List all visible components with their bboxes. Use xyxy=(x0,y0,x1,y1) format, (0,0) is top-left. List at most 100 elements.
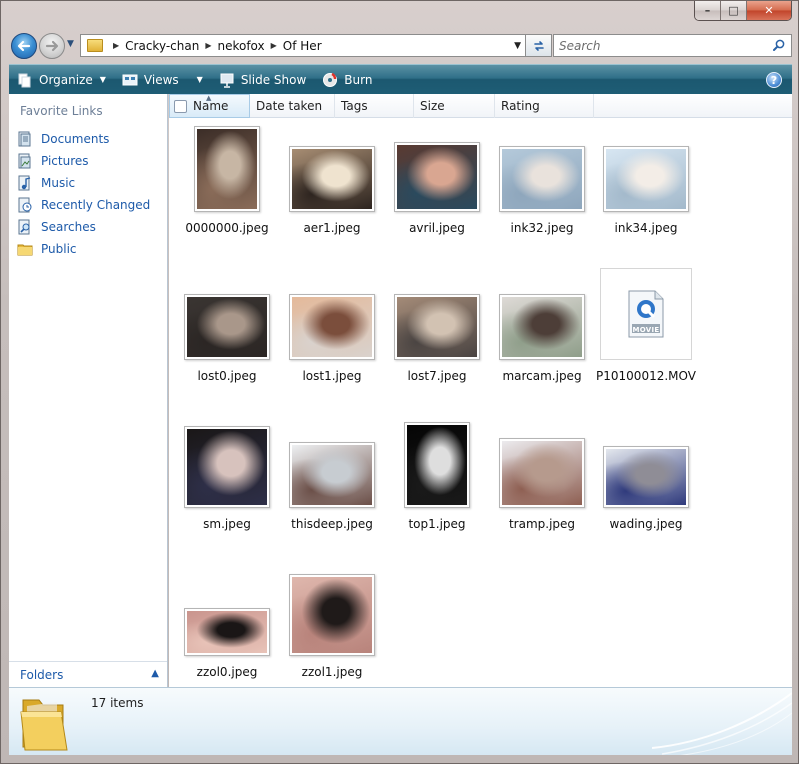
image-thumbnail[interactable] xyxy=(394,294,480,360)
thumbnail-wrapper xyxy=(174,562,280,656)
thumbnail-wrapper xyxy=(384,266,490,360)
address-dropdown-icon[interactable]: ▼ xyxy=(514,41,521,51)
file-item[interactable]: thisdeep.jpeg xyxy=(279,414,385,554)
breadcrumb-cracky-chan[interactable]: Cracky-chan xyxy=(125,39,199,53)
file-item[interactable]: MOVIE P10100012.MOV xyxy=(593,266,699,406)
photo-image xyxy=(502,149,582,209)
column-label: Size xyxy=(420,99,445,113)
image-thumbnail[interactable] xyxy=(184,608,270,656)
image-thumbnail[interactable] xyxy=(499,294,585,360)
file-item[interactable]: marcam.jpeg xyxy=(489,266,595,406)
forward-button[interactable] xyxy=(39,33,65,59)
photo-image xyxy=(407,425,467,505)
folders-toggle[interactable]: Folders ▲ xyxy=(9,661,167,687)
sidebar-item-label: Music xyxy=(41,176,76,190)
file-name-label: 0000000.jpeg xyxy=(185,221,269,235)
navigation-bar: ▼ ▶ Cracky-chan ▶ nekofox ▶ Of Her ▼ xyxy=(9,30,792,60)
image-thumbnail[interactable] xyxy=(404,422,470,508)
maximize-button[interactable]: □ xyxy=(721,1,747,20)
photo-image xyxy=(292,577,372,653)
file-item[interactable]: zzol0.jpeg xyxy=(174,562,280,702)
breadcrumb-of-her[interactable]: Of Her xyxy=(283,39,322,53)
sidebar-item-pictures[interactable]: Pictures xyxy=(15,150,165,172)
image-thumbnail[interactable] xyxy=(194,126,260,212)
photo-image xyxy=(502,297,582,357)
item-count: 17 items xyxy=(91,696,144,710)
column-date-taken[interactable]: Date taken xyxy=(250,94,335,118)
photo-image xyxy=(292,149,372,209)
thumbnail-wrapper xyxy=(489,414,595,508)
column-name[interactable]: Name ▲ xyxy=(169,94,250,118)
recent-pages-dropdown[interactable]: ▼ xyxy=(67,39,74,49)
forward-arrow-icon xyxy=(45,40,59,52)
image-thumbnail[interactable] xyxy=(289,442,375,508)
photo-image xyxy=(292,445,372,505)
video-file-thumbnail[interactable]: MOVIE xyxy=(600,268,692,360)
breadcrumb-nekofox[interactable]: nekofox xyxy=(217,39,264,53)
thumbnail-wrapper xyxy=(489,118,595,212)
file-item[interactable]: 0000000.jpeg xyxy=(174,118,280,258)
file-item[interactable]: lost1.jpeg xyxy=(279,266,385,406)
select-all-checkbox[interactable] xyxy=(174,99,187,113)
slideshow-button[interactable]: Slide Show xyxy=(211,65,314,94)
photo-image xyxy=(187,297,267,357)
search-icon[interactable] xyxy=(773,39,785,51)
sidebar-item-documents[interactable]: Documents xyxy=(15,128,165,150)
refresh-button[interactable] xyxy=(526,34,552,57)
address-bar[interactable]: ▶ Cracky-chan ▶ nekofox ▶ Of Her ▼ xyxy=(80,34,526,57)
file-item[interactable]: top1.jpeg xyxy=(384,414,490,554)
thumbnail-wrapper xyxy=(384,118,490,212)
back-arrow-icon xyxy=(17,40,31,52)
file-name-label: ink34.jpeg xyxy=(614,221,678,235)
search-input[interactable] xyxy=(559,38,764,53)
image-thumbnail[interactable] xyxy=(499,146,585,212)
file-item[interactable]: tramp.jpeg xyxy=(489,414,595,554)
views-icon xyxy=(122,72,138,88)
sidebar-item-searches[interactable]: Searches xyxy=(15,216,165,238)
file-item[interactable]: ink34.jpeg xyxy=(593,118,699,258)
image-thumbnail[interactable] xyxy=(394,142,480,212)
image-thumbnail[interactable] xyxy=(289,294,375,360)
help-button[interactable]: ? xyxy=(766,72,782,88)
image-thumbnail[interactable] xyxy=(499,438,585,508)
file-item[interactable]: sm.jpeg xyxy=(174,414,280,554)
refresh-icon xyxy=(533,40,544,51)
minimize-button[interactable]: – xyxy=(695,1,721,20)
file-item[interactable]: wading.jpeg xyxy=(593,414,699,554)
column-tags[interactable]: Tags xyxy=(335,94,414,118)
close-button[interactable]: ✕ xyxy=(747,1,791,20)
breadcrumb-arrow-icon[interactable]: ▶ xyxy=(205,41,211,50)
organize-button[interactable]: Organize ▼ xyxy=(9,65,114,94)
file-item[interactable]: lost0.jpeg xyxy=(174,266,280,406)
photo-image xyxy=(397,297,477,357)
views-label: Views xyxy=(143,72,179,87)
sidebar-item-music[interactable]: Music xyxy=(15,172,165,194)
image-thumbnail[interactable] xyxy=(603,146,689,212)
image-thumbnail[interactable] xyxy=(289,574,375,656)
burn-button[interactable]: Burn xyxy=(314,65,380,94)
sidebar-item-public[interactable]: Public xyxy=(15,238,165,260)
file-item[interactable]: zzol1.jpeg xyxy=(279,562,385,702)
image-thumbnail[interactable] xyxy=(289,146,375,212)
photo-image xyxy=(502,441,582,505)
sidebar-item-recently-changed[interactable]: Recently Changed xyxy=(15,194,165,216)
public-folder-icon xyxy=(17,244,33,256)
image-thumbnail[interactable] xyxy=(603,446,689,508)
back-button[interactable] xyxy=(11,33,37,59)
file-name-label: thisdeep.jpeg xyxy=(291,517,373,531)
views-button[interactable]: Views ▼ xyxy=(114,65,211,94)
column-size[interactable]: Size xyxy=(414,94,495,118)
file-item[interactable]: ink32.jpeg xyxy=(489,118,595,258)
image-thumbnail[interactable] xyxy=(184,426,270,508)
folder-icon xyxy=(87,39,103,52)
search-box[interactable] xyxy=(553,34,792,57)
breadcrumb-arrow-icon[interactable]: ▶ xyxy=(113,41,119,50)
file-item[interactable]: avril.jpeg xyxy=(384,118,490,258)
breadcrumb-arrow-icon[interactable]: ▶ xyxy=(271,41,277,50)
column-rating[interactable]: Rating xyxy=(495,94,594,118)
file-item[interactable]: lost7.jpeg xyxy=(384,266,490,406)
views-dropdown-icon: ▼ xyxy=(196,75,203,84)
file-item[interactable]: aer1.jpeg xyxy=(279,118,385,258)
image-thumbnail[interactable] xyxy=(184,294,270,360)
folders-label: Folders xyxy=(20,667,64,682)
